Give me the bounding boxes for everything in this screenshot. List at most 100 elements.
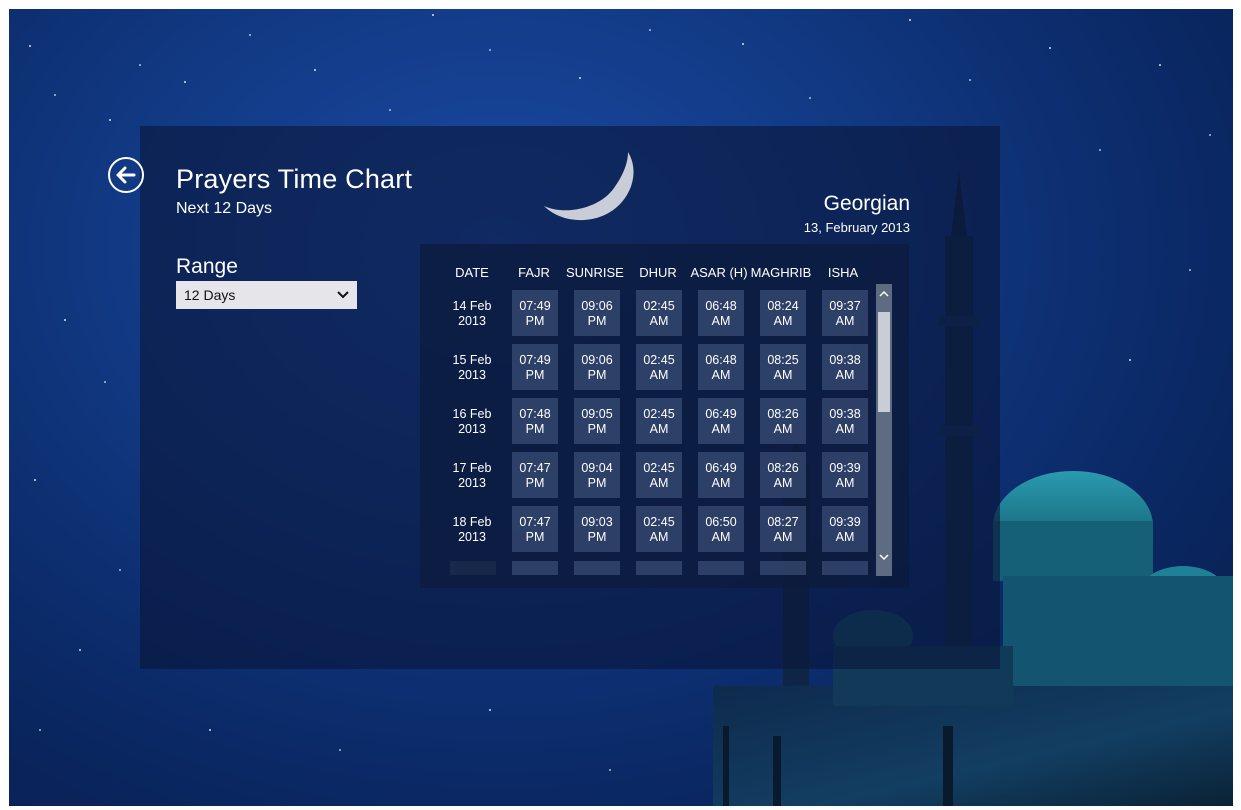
asar-time: 06:50 AM [698,506,744,552]
column-header-date: DATE [455,265,489,280]
star [389,109,391,111]
star [314,69,316,71]
scroll-up-button[interactable] [876,286,892,302]
chevron-down-icon [879,554,889,561]
scroll-thumb[interactable] [878,312,890,412]
star [609,769,611,771]
star [139,64,141,66]
maghrib-time: 08:24 AM [760,290,806,336]
date-cell [450,561,496,575]
asar-time: 06:49 AM [698,398,744,444]
star [1049,47,1051,49]
fajr-time: 07:49 PM [512,290,558,336]
calendar-type: Georgian [823,192,910,215]
star [1209,134,1211,136]
back-button[interactable] [108,157,144,193]
isha-time [822,561,868,575]
dhur-time: 02:45 AM [636,398,682,444]
isha-time: 09:39 AM [822,452,868,498]
fajr-time: 07:48 PM [512,398,558,444]
page-title: Prayers Time Chart [176,164,413,194]
asar-time: 06:49 AM [698,452,744,498]
star [34,479,36,481]
date-cell: 17 Feb 2013 [452,461,492,490]
dhur-time: 02:45 AM [636,452,682,498]
star [54,94,56,96]
table-row: 17 Feb 2013 07:47 PM 09:04 PM 02:45 AM 06:49… [420,452,909,498]
column-header-asar: ASAR (H) [690,265,748,280]
date-cell: 18 Feb 2013 [452,515,492,544]
maghrib-time [760,561,806,575]
dhur-time: 02:45 AM [636,290,682,336]
sunrise-time: 09:05 PM [574,398,620,444]
sunrise-time: 09:03 PM [574,506,620,552]
table-row: 18 Feb 2013 07:47 PM 09:03 PM 02:45 AM 06:50… [420,506,909,552]
isha-time: 09:38 AM [822,344,868,390]
table-row: 16 Feb 2013 07:48 PM 09:05 PM 02:45 AM 06:49… [420,398,909,444]
date-cell: 16 Feb 2013 [452,407,492,436]
fajr-time: 07:49 PM [512,344,558,390]
isha-time: 09:39 AM [822,506,868,552]
maghrib-time: 08:26 AM [760,398,806,444]
sunrise-time: 09:06 PM [574,344,620,390]
table-row: 15 Feb 2013 07:49 PM 09:06 PM 02:45 AM 06:48… [420,344,909,390]
dhur-time: 02:45 AM [636,344,682,390]
calendar-date: 13, February 2013 [803,220,910,235]
star [969,79,971,81]
star [579,77,581,79]
maghrib-time: 08:25 AM [760,344,806,390]
star [64,319,66,321]
asar-time: 06:48 AM [698,344,744,390]
column-header-fajr: FAJR [518,265,550,280]
star [339,749,341,751]
maghrib-time: 08:27 AM [760,506,806,552]
star [29,45,31,47]
column-header-dhur: DHUR [639,265,677,280]
scroll-down-button[interactable] [876,550,892,566]
maghrib-time: 08:26 AM [760,452,806,498]
isha-time: 09:37 AM [822,290,868,336]
table-row-partial [420,561,909,588]
date-cell: 15 Feb 2013 [452,353,492,382]
star [489,709,491,711]
star [104,381,106,383]
star [909,19,911,21]
star [249,34,251,36]
prayer-times-table: DATE FAJR SUNRISE DHUR ASAR (H) MAGHRIB … [420,244,909,588]
range-dropdown[interactable]: 12 Days [176,281,357,309]
dhur-time: 02:45 AM [636,506,682,552]
asar-time [698,561,744,575]
star [489,49,491,51]
star [432,14,434,16]
star [119,569,121,571]
star [809,97,811,99]
dhur-time [636,561,682,575]
column-header-sunrise: SUNRISE [566,265,624,280]
star [184,81,186,83]
asar-time: 06:48 AM [698,290,744,336]
crescent-moon-icon [544,152,634,221]
star [109,119,111,121]
star [209,729,211,731]
star [39,729,41,731]
star [79,649,81,651]
range-selected-value: 12 Days [184,287,236,303]
page-subtitle: Next 12 Days [176,200,273,217]
star [649,29,651,31]
table-scrollbar[interactable] [876,284,892,576]
isha-time: 09:38 AM [822,398,868,444]
star [1099,149,1101,151]
star [742,43,744,45]
table-row: 14 Feb 2013 07:49 PM 09:06 PM 02:45 AM 06:48… [420,290,909,336]
column-header-isha: ISHA [827,265,859,280]
chevron-up-icon [879,290,889,297]
sunrise-time: 09:04 PM [574,452,620,498]
column-header-maghrib: MAGHRIB [750,265,812,280]
fajr-time [512,561,558,575]
star [1159,64,1161,66]
fajr-time: 07:47 PM [512,506,558,552]
fajr-time: 07:47 PM [512,452,558,498]
date-cell: 14 Feb 2013 [452,299,492,328]
sunrise-time [574,561,620,575]
back-arrow-icon [116,166,136,184]
